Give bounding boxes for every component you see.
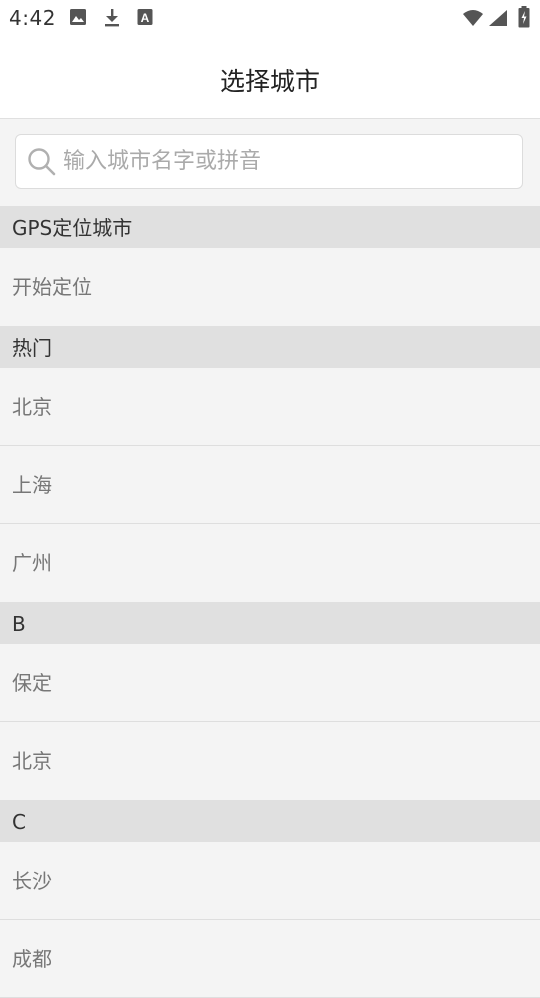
section-header-hot: 热门 xyxy=(0,326,540,368)
section-header-b: B xyxy=(0,602,540,644)
wifi-icon xyxy=(462,9,484,31)
download-icon xyxy=(103,8,121,32)
list-item-city[interactable]: 保定 xyxy=(0,644,540,722)
header-bar: 选择城市 xyxy=(0,36,540,119)
image-icon xyxy=(69,8,87,30)
text-a-icon: A xyxy=(137,8,153,30)
list-item-city[interactable]: 北京 xyxy=(0,722,540,800)
list-item-city[interactable]: 广州 xyxy=(0,524,540,602)
signal-icon xyxy=(488,9,508,31)
section-header-c: C xyxy=(0,800,540,842)
list-item-city[interactable]: 北京 xyxy=(0,368,540,446)
battery-icon xyxy=(518,6,530,32)
list-item-city[interactable]: 成都 xyxy=(0,920,540,998)
svg-text:A: A xyxy=(141,11,150,25)
list-item-city[interactable]: 上海 xyxy=(0,446,540,524)
search-box[interactable] xyxy=(15,134,523,189)
city-list[interactable]: GPS定位城市 开始定位 热门 北京 上海 广州 B 保定 北京 C 长沙 成都 xyxy=(0,206,540,998)
status-bar: 4:42 A xyxy=(0,0,540,36)
search-input[interactable] xyxy=(63,135,503,188)
search-icon xyxy=(27,147,57,181)
section-header-gps: GPS定位城市 xyxy=(0,206,540,248)
list-item-city[interactable]: 长沙 xyxy=(0,842,540,920)
status-time: 4:42 xyxy=(9,6,56,30)
list-item-start-location[interactable]: 开始定位 xyxy=(0,248,540,326)
page-title: 选择城市 xyxy=(219,67,320,96)
